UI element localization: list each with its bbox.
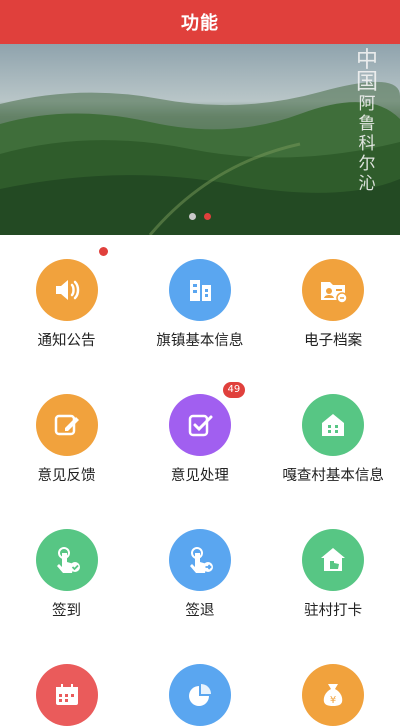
carousel-indicator — [0, 213, 400, 220]
carousel-dot-active[interactable] — [204, 213, 211, 220]
banner-carousel[interactable]: 中国 阿 鲁 科 尔 沁 — [0, 44, 400, 235]
calligraphy-char: 鲁 — [358, 114, 376, 134]
calligraphy-char: 阿 — [358, 94, 376, 114]
feature-item[interactable]: ¥ — [267, 664, 400, 726]
page-header: 功能 — [0, 0, 400, 44]
pie-chart-icon[interactable] — [168, 664, 231, 726]
check-icon[interactable]: 49 — [168, 382, 245, 456]
feature-item[interactable]: 签退 — [133, 529, 266, 620]
tap-arrow-icon[interactable] — [168, 529, 231, 591]
feature-item[interactable]: 49 意见处理 — [133, 382, 266, 485]
feature-label: 旗镇基本信息 — [156, 333, 244, 349]
carousel-dot[interactable] — [189, 213, 196, 220]
home-hand-icon[interactable] — [302, 529, 365, 591]
feature-item[interactable]: 意见反馈 — [0, 394, 133, 485]
feature-label: 嘎查村基本信息 — [282, 468, 384, 484]
count-badge: 49 — [222, 382, 245, 398]
svg-text:¥: ¥ — [330, 695, 336, 706]
banner-calligraphy: 中国 阿 鲁 科 尔 沁 — [352, 48, 382, 195]
calligraphy-top: 中国 — [355, 48, 378, 95]
feature-item[interactable] — [133, 664, 266, 726]
edit-icon[interactable] — [35, 394, 98, 456]
building-icon[interactable] — [168, 259, 231, 321]
feature-item[interactable]: 嘎查村基本信息 — [267, 394, 400, 485]
feature-label: 意见反馈 — [37, 468, 96, 484]
feature-label: 通知公告 — [37, 333, 96, 349]
feature-item[interactable]: 通知公告 — [0, 247, 133, 350]
speaker-icon[interactable] — [35, 247, 108, 321]
feature-label: 意见处理 — [170, 468, 229, 484]
feature-label: 签到 — [52, 603, 81, 619]
calligraphy-char: 尔 — [358, 154, 376, 174]
page-title: 功能 — [181, 13, 219, 34]
tap-check-icon[interactable] — [35, 529, 98, 591]
calendar-icon[interactable] — [35, 664, 98, 726]
feature-label: 签退 — [185, 603, 215, 619]
calligraphy-char: 科 — [358, 134, 376, 154]
notification-dot — [98, 247, 108, 256]
feature-label: 驻村打卡 — [304, 603, 363, 619]
feature-item[interactable]: 签到 — [0, 529, 133, 620]
feature-item[interactable]: 电子档案 — [267, 259, 400, 350]
folder-icon[interactable] — [302, 259, 365, 321]
calligraphy-char: 沁 — [358, 174, 376, 194]
feature-item[interactable]: 驻村打卡 — [267, 529, 400, 620]
house-icon[interactable] — [302, 394, 365, 456]
feature-label: 电子档案 — [304, 333, 363, 349]
feature-item[interactable]: 旗镇基本信息 — [133, 259, 266, 350]
feature-item[interactable] — [0, 664, 133, 726]
money-bag-icon[interactable]: ¥ — [302, 664, 365, 726]
banner-landscape-image — [0, 82, 400, 235]
